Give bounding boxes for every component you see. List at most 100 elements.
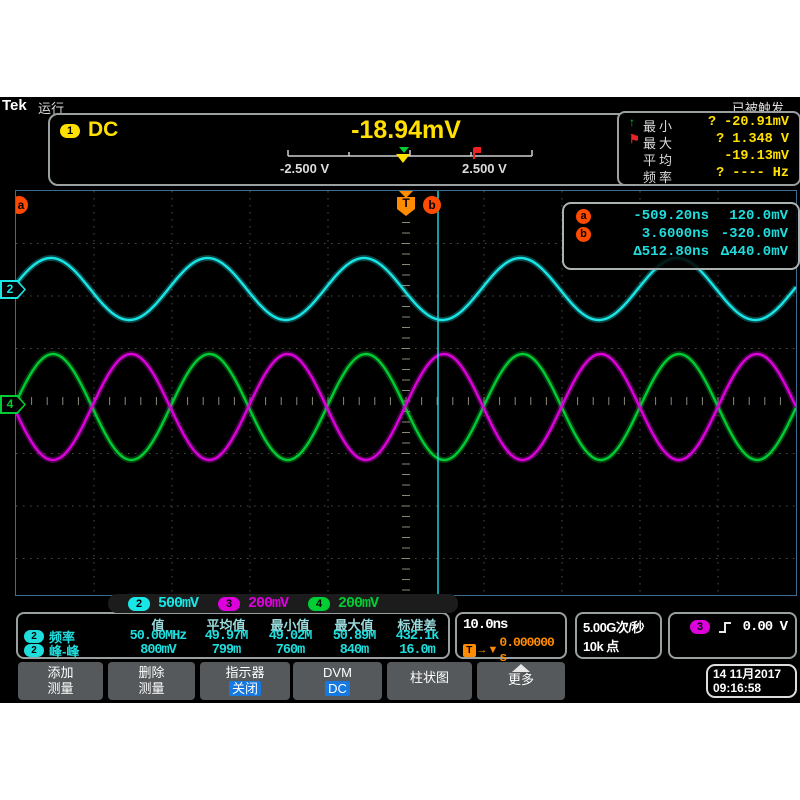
meas-cell: 840m [322,643,386,657]
stat-value: -19.13mV [724,149,789,164]
menu-label-line1: DVM [293,665,382,680]
dvm-channel-badge: 1 [60,124,80,138]
meas-cell: 760m [258,643,322,657]
ch4-marker-number: 4 [3,397,17,412]
menu-button-histogram[interactable]: 柱状图 [387,662,472,700]
col-header-max: 最大值 [322,615,386,629]
cursor-a-badge: a [576,209,591,224]
trigger-delay-row: T →▼ 0.000000 s [463,635,565,665]
menu-selected-value: 关闭 [229,681,261,696]
rising-edge-icon [718,620,733,635]
ch2-scale-label: 500mV [158,595,198,612]
menu-label-line2: 测量 [44,681,76,696]
ch4-scale-label: 200mV [338,595,378,612]
measurement-table: 值 平均值 最小值 最大值 标准差 2 频率 50.00MHz 49.97M 4… [16,612,450,659]
screenshot-canvas: Tek 运行 已被触发 1 DC -18.94mV [0,0,800,800]
acquisition-box: 5.00G次/秒 10k 点 [575,612,662,659]
menu-label-line2: 测量 [135,681,167,696]
cursor-delta-row: Δ512.80ns Δ440.0mV [564,243,798,261]
meas-row1-ch-badge: 2 [24,630,44,643]
menu-button-indicators[interactable]: 指示器 关闭 [200,662,290,700]
cursor-delta-voltage: Δ440.0mV [704,244,788,260]
col-header-min: 最小值 [258,615,322,629]
col-header-stddev: 标准差 [386,615,448,629]
stat-value: ? ---- Hz [716,166,789,181]
menu-label-line1: 删除 [108,665,195,680]
delay-value: 0.000000 s [499,635,565,665]
dvm-stats-box: ↑ 最小 ? -20.91mV ⚑ 最大 ? 1.348 V 平均 -19.13… [617,111,800,186]
oscilloscope-display: Tek 运行 已被触发 1 DC -18.94mV [0,97,800,703]
meas-cell: 800mV [122,643,194,657]
meas-cell: 50.89M [322,629,386,643]
menu-button-dvm[interactable]: DVM DC [293,662,382,700]
timebase-value: 10.0ns [463,617,565,633]
ch2-badge: 2 [128,597,150,611]
svg-text:a: a [18,198,25,212]
meas-cell: 799m [194,643,258,657]
cursor-b-time: 3.6000ns [594,226,709,242]
dvm-current-marker-icon [396,154,410,163]
date-value: 14 11月2017 [713,667,795,681]
cursor-b-voltage: -320.0mV [704,226,788,242]
cursor-a-voltage: 120.0mV [704,208,788,224]
datetime-box: 14 11月2017 09:16:58 [706,664,797,698]
meas-cell: 49.02M [258,629,322,643]
ch3-scale-label: 200mV [248,595,288,612]
menu-selected-value: DC [325,681,350,696]
max-flag-icon: ⚑ [629,132,641,146]
delay-arrow-icons: →▼ [477,644,499,656]
menu-button-more[interactable]: 更多 [477,662,565,700]
stat-row-mean: 平均 -19.13mV [623,149,793,166]
col-header-value: 值 [122,615,194,629]
dvm-scale-max-label: 2.500 V [462,161,507,176]
trigger-t-icon: T [463,644,476,657]
svg-text:b: b [428,198,435,212]
tek-logo: Tek [2,97,27,114]
min-arrow-icon: ↑ [629,115,641,129]
more-up-arrow-icon [512,664,530,672]
ch2-marker-number: 2 [3,282,17,297]
ch4-position-marker[interactable]: 4 [0,395,26,414]
channel-scale-bar: 2 500mV 3 200mV 4 200mV [108,594,458,613]
stat-value: ? 1.348 V [716,132,789,147]
dvm-scale-min-label: -2.500 V [280,161,329,176]
record-length-value: 10k 点 [583,636,660,655]
menu-label-line1: 柱状图 [387,662,472,694]
stat-row-max: ⚑ 最大 ? 1.348 V [623,132,793,149]
menu-label-line1: 指示器 [200,665,290,680]
dvm-max-flag-icon [474,147,481,159]
meas-row2-name: 2 峰-峰 [22,643,122,657]
ch3-scale-item[interactable]: 3 200mV [218,595,288,612]
cursor-b-row: b 3.6000ns -320.0mV [564,225,798,243]
cursor-b-badge: b [576,227,591,242]
menu-label-line1: 更多 [477,672,565,687]
meas-row2-label: 峰-峰 [49,641,79,660]
meas-cell: 50.00MHz [122,629,194,643]
ch4-badge: 4 [308,597,330,611]
meas-cell: 432.1k [386,629,448,643]
menu-label-line1: 添加 [18,665,103,680]
cursor-a-row: a -509.20ns 120.0mV [564,207,798,225]
sample-rate-value: 5.00G次/秒 [583,617,660,636]
meas-row2-ch-badge: 2 [24,644,44,657]
measurement-grid: 值 平均值 最小值 最大值 标准差 2 频率 50.00MHz 49.97M 4… [22,615,448,657]
menu-button-add-measurement[interactable]: 添加 测量 [18,662,103,700]
time-value: 09:16:58 [713,681,795,695]
meas-cell: 16.0m [386,643,448,657]
meas-cell: 49.97M [194,629,258,643]
trigger-source-badge: 3 [690,620,710,634]
ch3-badge: 3 [218,597,240,611]
cursor-delta-time: Δ512.80ns [594,244,709,260]
trigger-level-value: 0.00 V [743,619,787,635]
ch2-scale-item[interactable]: 2 500mV [128,595,198,612]
cursor-readout-box: a -509.20ns 120.0mV b 3.6000ns -320.0mV … [562,202,800,270]
ch4-scale-item[interactable]: 4 200mV [308,595,378,612]
menu-button-delete-measurement[interactable]: 删除 测量 [108,662,195,700]
stat-row-min: ↑ 最小 ? -20.91mV [623,115,793,132]
ch2-position-marker[interactable]: 2 [0,280,26,299]
dvm-reading-value: -18.94mV [338,116,474,145]
svg-text:T: T [402,196,410,210]
stat-value: ? -20.91mV [708,115,789,130]
stat-label: 频率 [643,167,675,186]
trigger-settings-box: 3 0.00 V [668,612,797,659]
